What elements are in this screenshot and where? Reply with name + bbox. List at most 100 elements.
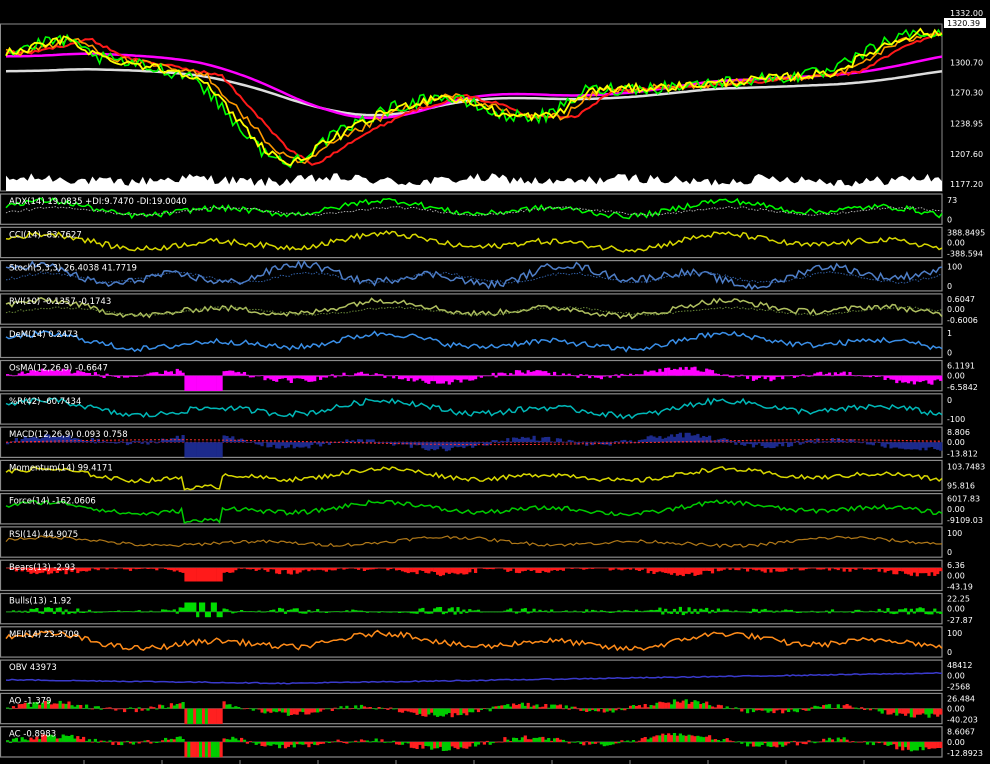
- indicator-histogram-bar: [558, 611, 562, 613]
- indicator-histogram-bar: [199, 708, 203, 724]
- indicator-histogram-bar: [561, 708, 565, 710]
- indicator-histogram-bar: [345, 375, 349, 376]
- indicator-histogram-bar: [675, 611, 679, 614]
- indicator-histogram-bar: [175, 368, 179, 376]
- indicator-histogram-bar: [617, 741, 621, 744]
- indicator-histogram-bar: [579, 741, 583, 744]
- indicator-histogram-bar: [32, 609, 36, 612]
- indicator-histogram-bar: [579, 708, 583, 711]
- indicator-histogram-bar: [131, 441, 135, 443]
- indicator-histogram-bar: [61, 611, 65, 615]
- indicator-histogram-bar: [424, 567, 428, 573]
- indicator-histogram-bar: [661, 702, 665, 709]
- indicator-histogram-bar: [96, 611, 100, 613]
- indicator-histogram-bar: [608, 567, 612, 571]
- indicator-histogram-bar: [330, 741, 334, 743]
- indicator-histogram-bar: [585, 708, 589, 712]
- indicator-histogram-bar: [822, 611, 826, 613]
- indicator-histogram-bar: [6, 611, 10, 613]
- indicator-histogram-bar: [874, 567, 878, 569]
- indicator-histogram-bar: [70, 734, 74, 742]
- indicator-histogram-bar: [254, 708, 258, 710]
- indicator-histogram-bar: [904, 741, 908, 748]
- indicator-histogram-bar: [430, 567, 434, 572]
- indicator-histogram-bar: [134, 610, 138, 612]
- indicator-histogram-bar: [497, 611, 501, 613]
- indicator-histogram-bar: [377, 611, 381, 613]
- indicator-histogram-bar: [178, 567, 182, 573]
- indicator-histogram-bar: [760, 567, 764, 572]
- indicator-histogram-bar: [538, 370, 542, 376]
- indicator-histogram-bar: [359, 704, 364, 709]
- indicator-histogram-bar: [605, 375, 609, 377]
- indicator-histogram-bar: [365, 373, 369, 376]
- indicator-histogram-bar: [816, 741, 820, 743]
- indicator-histogram-bar: [784, 442, 788, 443]
- indicator-histogram-bar: [213, 375, 217, 391]
- indicator-histogram-bar: [599, 375, 603, 380]
- indicator-histogram-bar: [424, 708, 428, 717]
- indicator-histogram-bar: [321, 567, 326, 571]
- indicator-histogram-bar: [105, 611, 109, 613]
- indicator-histogram-bar: [784, 741, 788, 746]
- indicator-histogram-bar: [684, 432, 688, 443]
- indicator-histogram-bar: [471, 741, 475, 744]
- indicator-histogram-bar: [883, 375, 887, 380]
- indicator-histogram-bar: [930, 442, 934, 447]
- indicator-histogram-bar: [453, 375, 457, 380]
- indicator-histogram-bar: [6, 374, 10, 376]
- indicator-histogram-bar: [588, 442, 592, 443]
- indicator-histogram-bar: [125, 708, 130, 710]
- indicator-histogram-bar: [231, 567, 235, 573]
- indicator-histogram-bar: [377, 741, 381, 743]
- indicator-label: MACD(12,26,9) 0.093 0.758: [9, 430, 128, 440]
- indicator-histogram-bar: [529, 706, 533, 709]
- indicator-histogram-bar: [412, 708, 416, 713]
- indicator-histogram-bar: [710, 706, 715, 709]
- indicator-histogram-bar: [775, 741, 779, 748]
- indicator-histogram-bar: [690, 611, 694, 614]
- indicator-panel-frame: [0, 260, 943, 292]
- indicator-histogram-bar: [731, 375, 735, 378]
- indicator-histogram-bar: [915, 608, 919, 612]
- indicator-histogram-bar: [275, 567, 279, 574]
- indicator-histogram-bar: [544, 704, 548, 709]
- indicator-histogram-bar: [763, 442, 767, 448]
- indicator-histogram-bar: [374, 373, 378, 376]
- indicator-histogram-bar: [757, 611, 761, 614]
- indicator-histogram-bar: [751, 608, 756, 612]
- indicator-histogram-bar: [298, 708, 302, 712]
- indicator-histogram-bar: [892, 708, 896, 713]
- indicator-histogram-bar: [161, 705, 165, 709]
- indicator-histogram-bar: [500, 705, 504, 709]
- indicator-histogram-bar: [880, 610, 884, 612]
- indicator-histogram-bar: [8, 741, 13, 743]
- indicator-histogram-bar: [213, 567, 217, 582]
- indicator-histogram-bar: [810, 610, 814, 612]
- indicator-histogram-bar: [403, 611, 407, 613]
- indicator-histogram-bar: [620, 740, 624, 742]
- indicator-histogram-bar: [272, 708, 276, 712]
- indicator-histogram-bar: [763, 608, 767, 612]
- indicator-histogram-bar: [316, 375, 320, 377]
- indicator-histogram-bar: [278, 741, 282, 749]
- indicator-histogram-bar: [289, 609, 293, 612]
- indicator-histogram-bar: [871, 741, 875, 746]
- indicator-histogram-bar: [471, 567, 475, 570]
- indicator-histogram-bar: [67, 701, 71, 709]
- indicator-histogram-bar: [634, 741, 639, 743]
- indicator-histogram-bar: [219, 741, 223, 758]
- indicator-histogram-bar: [87, 609, 92, 612]
- indicator-axis-tick: -27.87: [947, 616, 973, 625]
- indicator-histogram-bar: [769, 741, 773, 747]
- indicator-histogram-bar: [918, 708, 922, 715]
- indicator-histogram-bar: [509, 567, 513, 571]
- indicator-histogram-bar: [131, 741, 135, 745]
- indicator-histogram-bar: [512, 703, 516, 709]
- indicator-label: RVI(10) -0.1357 -0.1743: [9, 297, 111, 307]
- indicator-histogram-bar: [228, 704, 232, 709]
- indicator-histogram-bar: [807, 740, 811, 742]
- indicator-histogram-bar: [228, 739, 232, 742]
- indicator-histogram-bar: [810, 440, 814, 443]
- indicator-histogram-bar: [403, 741, 407, 743]
